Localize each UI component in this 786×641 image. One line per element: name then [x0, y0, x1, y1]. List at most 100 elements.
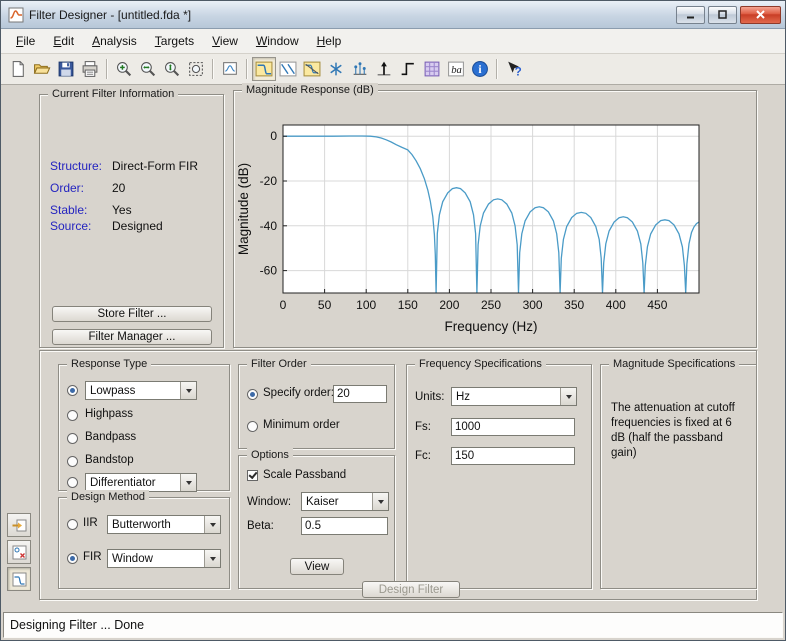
sidebar-import-filter-button[interactable]	[7, 513, 31, 537]
specify-order-radio[interactable]	[247, 389, 258, 400]
beta-input[interactable]	[301, 517, 388, 535]
print-to-figure-button[interactable]	[218, 57, 242, 81]
menu-file[interactable]: File	[7, 31, 44, 51]
design-method-fir-combo[interactable]: Window	[107, 549, 221, 568]
fc-input[interactable]	[451, 447, 575, 465]
response-type-lowpass-combo[interactable]: Lowpass	[85, 381, 197, 400]
save-session-button[interactable]	[54, 57, 78, 81]
svg-text:350: 350	[564, 298, 584, 312]
group-delay-button[interactable]	[324, 57, 348, 81]
svg-text:400: 400	[606, 298, 626, 312]
fs-input[interactable]	[451, 418, 575, 436]
filter-information-button[interactable]: i	[468, 57, 492, 81]
menu-help[interactable]: Help	[308, 31, 351, 51]
design-method-iir-radio[interactable]	[67, 519, 78, 530]
svg-text:ba: ba	[451, 65, 462, 76]
svg-text:200: 200	[439, 298, 459, 312]
response-type-title: Response Type	[67, 357, 151, 371]
filter-manager-button[interactable]: Filter Manager ...	[52, 329, 212, 345]
menu-targets[interactable]: Targets	[146, 31, 203, 51]
menu-view[interactable]: View	[203, 31, 247, 51]
combo-arrow-icon[interactable]	[204, 516, 220, 533]
response-type-bandpass-label: Bandpass	[85, 431, 136, 443]
toolbar: ba i ?	[1, 54, 785, 85]
toolbar-separator	[106, 59, 108, 79]
design-filter-panel: Response Type Lowpass Highpass Bandpass …	[39, 350, 757, 600]
current-filter-information-panel: Current Filter Information Structure:Dir…	[39, 94, 224, 348]
magnitude-response-button[interactable]	[252, 57, 276, 81]
scale-passband-checkbox[interactable]	[247, 470, 258, 481]
design-method-iir-combo[interactable]: Butterworth	[107, 515, 221, 534]
maximize-button[interactable]	[708, 6, 737, 24]
svg-text:-40: -40	[260, 219, 278, 233]
combo-arrow-icon[interactable]	[372, 493, 388, 510]
sidebar-pole-zero-editor-button[interactable]	[7, 540, 31, 564]
svg-text:?: ?	[515, 65, 522, 78]
sidebar-design-filter-button[interactable]	[7, 567, 31, 591]
full-view-button[interactable]	[184, 57, 208, 81]
menubar: File Edit Analysis Targets View Window H…	[1, 29, 785, 54]
svg-text:100: 100	[356, 298, 376, 312]
svg-text:-20: -20	[260, 174, 278, 188]
combo-arrow-icon[interactable]	[560, 388, 576, 405]
window-combo[interactable]: Kaiser	[301, 492, 389, 511]
context-help-button[interactable]: ?	[502, 57, 526, 81]
response-type-highpass-radio[interactable]	[67, 410, 78, 421]
titlebar: Filter Designer - [untitled.fda *]	[1, 1, 785, 29]
design-method-group: Design Method IIR Butterworth FIR Window	[58, 497, 230, 589]
response-type-highpass-label: Highpass	[85, 408, 133, 420]
zoom-x-button[interactable]	[136, 57, 160, 81]
menu-edit[interactable]: Edit	[44, 31, 83, 51]
phase-response-button[interactable]	[276, 57, 300, 81]
specify-order-input[interactable]	[333, 385, 387, 403]
svg-text:300: 300	[523, 298, 543, 312]
step-response-button[interactable]	[396, 57, 420, 81]
filter-order-group: Filter Order Specify order: Minimum orde…	[238, 364, 395, 449]
menu-analysis[interactable]: Analysis	[83, 31, 146, 51]
minimize-button[interactable]	[676, 6, 705, 24]
magnitude-response-panel: Magnitude Response (dB) 0501001502002503…	[233, 90, 757, 348]
response-type-group: Response Type Lowpass Highpass Bandpass …	[58, 364, 230, 491]
minimum-order-label: Minimum order	[263, 419, 340, 431]
new-session-button[interactable]	[6, 57, 30, 81]
impulse-response-button[interactable]	[372, 57, 396, 81]
view-button[interactable]: View	[290, 558, 344, 575]
info-row-stable: Stable:Yes	[50, 203, 132, 217]
options-title: Options	[247, 448, 293, 462]
window-label: Window:	[247, 496, 291, 508]
filter-designer-window: Filter Designer - [untitled.fda *] File …	[0, 0, 786, 641]
open-session-button[interactable]	[30, 57, 54, 81]
store-filter-button[interactable]: Store Filter ...	[52, 306, 212, 322]
status-text: Designing Filter ... Done	[3, 612, 783, 638]
filter-coefficients-button[interactable]: ba	[444, 57, 468, 81]
info-row-structure: Structure:Direct-Form FIR	[50, 159, 198, 173]
units-label: Units:	[415, 391, 444, 403]
design-method-fir-label: FIR	[83, 551, 102, 563]
combo-arrow-icon[interactable]	[180, 382, 196, 399]
zoom-in-button[interactable]	[112, 57, 136, 81]
response-type-lowpass-radio[interactable]	[67, 385, 78, 396]
close-button[interactable]	[740, 6, 781, 24]
response-type-bandstop-radio[interactable]	[67, 456, 78, 467]
response-type-differentiator-radio[interactable]	[67, 477, 78, 488]
frequency-specifications-group: Frequency Specifications Units: Hz Fs: F…	[406, 364, 592, 589]
pole-zero-plot-button[interactable]	[420, 57, 444, 81]
print-button[interactable]	[78, 57, 102, 81]
response-type-bandpass-radio[interactable]	[67, 433, 78, 444]
magnitude-and-phase-button[interactable]	[300, 57, 324, 81]
design-method-title: Design Method	[67, 490, 149, 504]
phase-delay-button[interactable]	[348, 57, 372, 81]
scale-passband-label: Scale Passband	[263, 469, 346, 481]
combo-arrow-icon[interactable]	[180, 474, 196, 491]
design-filter-button[interactable]: Design Filter	[362, 581, 460, 598]
minimum-order-radio[interactable]	[247, 421, 258, 432]
units-combo[interactable]: Hz	[451, 387, 577, 406]
svg-text:-60: -60	[260, 264, 278, 278]
app-icon	[8, 7, 24, 23]
zoom-y-button[interactable]	[160, 57, 184, 81]
frequency-specifications-title: Frequency Specifications	[415, 357, 546, 371]
design-method-fir-radio[interactable]	[67, 553, 78, 564]
combo-arrow-icon[interactable]	[204, 550, 220, 567]
menu-window[interactable]: Window	[247, 31, 308, 51]
toolbar-separator	[496, 59, 498, 79]
